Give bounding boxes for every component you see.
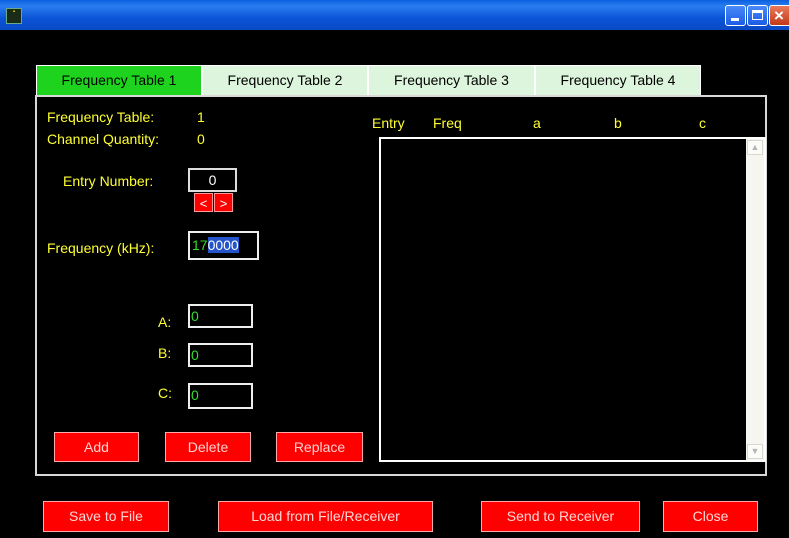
add-button[interactable]: Add — [54, 432, 139, 462]
prev-entry-button[interactable]: < — [194, 193, 213, 212]
frequency-value-unselected: 17 — [192, 237, 208, 253]
frequency-input[interactable]: 170000 — [188, 231, 259, 260]
c-input[interactable]: 0 — [188, 383, 253, 409]
column-header-freq: Freq — [433, 115, 462, 131]
scroll-up-button[interactable]: ▲ — [747, 140, 763, 155]
a-input[interactable]: 0 — [188, 304, 253, 328]
column-header-b: b — [614, 115, 622, 131]
b-label: B: — [158, 345, 172, 361]
delete-button[interactable]: Delete — [165, 432, 251, 462]
list-scrollbar[interactable]: ▲ ▼ — [746, 139, 764, 460]
chevron-down-icon: ▼ — [750, 446, 760, 456]
channel-quantity-label: Channel Quantity: — [47, 131, 160, 147]
tab-frequency-table-4[interactable]: Frequency Table 4 — [535, 65, 701, 96]
send-to-receiver-button[interactable]: Send to Receiver — [481, 501, 640, 532]
column-header-a: a — [533, 115, 541, 131]
frequency-value-selected: 0000 — [207, 237, 239, 253]
tab-frequency-table-3[interactable]: Frequency Table 3 — [368, 65, 535, 96]
scroll-down-button[interactable]: ▼ — [747, 444, 763, 459]
frequency-label: Frequency (kHz): — [47, 240, 155, 256]
tab-frequency-table-1[interactable]: Frequency Table 1 — [36, 65, 202, 96]
close-button[interactable]: Close — [663, 501, 758, 532]
load-from-file-receiver-button[interactable]: Load from File/Receiver — [218, 501, 433, 532]
column-header-c: c — [699, 115, 706, 131]
minimize-button[interactable] — [725, 5, 746, 26]
b-input[interactable]: 0 — [188, 343, 253, 367]
column-header-entry: Entry — [372, 115, 405, 131]
app-icon: ▪ — [6, 8, 22, 24]
next-entry-button[interactable]: > — [214, 193, 233, 212]
maximize-icon — [752, 10, 763, 20]
frequency-table-label: Frequency Table: — [47, 109, 155, 125]
channel-quantity-value: 0 — [197, 131, 205, 147]
close-window-button[interactable]: × — [769, 5, 789, 26]
c-label: C: — [158, 385, 172, 401]
entry-number-display: 0 — [188, 168, 237, 192]
minimize-icon — [731, 18, 739, 21]
frequency-list[interactable]: ▲ ▼ — [379, 137, 766, 462]
chevron-up-icon: ▲ — [750, 142, 760, 152]
tab-frequency-table-2[interactable]: Frequency Table 2 — [202, 65, 368, 96]
close-icon: × — [774, 6, 784, 25]
a-label: A: — [158, 314, 172, 330]
maximize-button[interactable] — [747, 5, 768, 26]
frequency-table-value: 1 — [197, 109, 205, 125]
entry-number-label: Entry Number: — [63, 173, 154, 189]
save-to-file-button[interactable]: Save to File — [43, 501, 169, 532]
replace-button[interactable]: Replace — [276, 432, 363, 462]
title-bar: ▪ × — [0, 0, 789, 30]
